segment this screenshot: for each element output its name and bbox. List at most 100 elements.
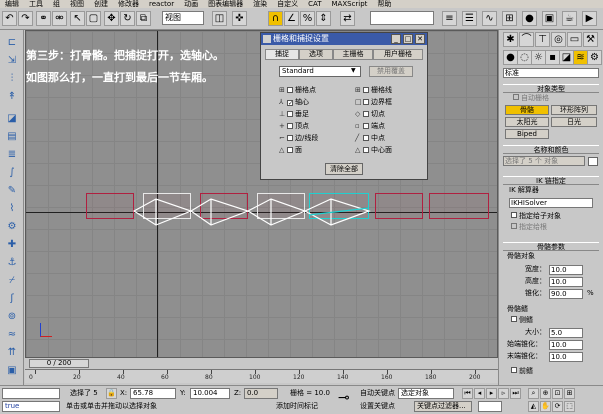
taper-spinner[interactable]: 90.0 bbox=[549, 289, 583, 299]
snap-option-checkbox[interactable]: △ 中心面 bbox=[355, 145, 427, 155]
scale-icon[interactable]: ⧉ bbox=[136, 11, 151, 26]
auto-key-label[interactable]: 自动关键点 bbox=[360, 388, 395, 399]
snap-toggle-icon[interactable]: ∩ bbox=[268, 11, 283, 26]
track-bar[interactable]: 0 20 40 60 80 100 120 140 160 180 200 bbox=[25, 369, 498, 383]
helpers-icon[interactable]: ◪ bbox=[559, 50, 574, 65]
time-slider[interactable]: 0 / 200 bbox=[29, 359, 89, 368]
modify-tab-icon[interactable]: ⌒ bbox=[519, 32, 534, 47]
menu-item[interactable]: 编辑 bbox=[0, 0, 24, 8]
frame-icon[interactable]: ▤ bbox=[4, 130, 20, 143]
checkbox-box[interactable] bbox=[287, 123, 293, 129]
menu-item[interactable]: MAXScript bbox=[327, 0, 373, 8]
front-fin-checkbox[interactable]: 前鳍 bbox=[511, 367, 533, 376]
motion-tab-icon[interactable]: ◎ bbox=[551, 32, 566, 47]
start-taper-spinner[interactable]: 10.0 bbox=[549, 340, 583, 350]
render-icon[interactable]: ☕ bbox=[562, 11, 577, 26]
tree-icon[interactable]: ⇈ bbox=[4, 346, 20, 359]
assign-children-checkbox[interactable]: 指定给子对象 bbox=[511, 212, 561, 221]
snap-option-checkbox[interactable]: + 顶点 bbox=[279, 121, 351, 131]
tab-home-grid[interactable]: 主栅格 bbox=[333, 49, 373, 60]
height-spinner[interactable]: 10.0 bbox=[549, 277, 583, 287]
tab-snaps[interactable]: 捕捉 bbox=[265, 49, 299, 60]
lock-selection-icon[interactable]: 🔒 bbox=[106, 388, 117, 399]
pivot-icon[interactable]: ◫ bbox=[212, 11, 227, 26]
minimize-icon[interactable]: _ bbox=[391, 34, 401, 44]
checkbox-box[interactable] bbox=[287, 111, 293, 117]
object-name-field[interactable]: 选择了 5 个 对象 bbox=[503, 156, 585, 166]
align-icon[interactable]: ≡ bbox=[442, 11, 457, 26]
spinner-snap-icon[interactable]: ⇕ bbox=[316, 11, 331, 26]
checkbox-box[interactable] bbox=[287, 135, 293, 141]
bones-button[interactable]: 骨骼 bbox=[505, 105, 549, 115]
maxscript-output[interactable]: true bbox=[2, 401, 60, 412]
current-frame-field[interactable] bbox=[478, 401, 502, 412]
link-icon[interactable]: ⚭ bbox=[36, 11, 51, 26]
snap-preset-select[interactable]: Standard bbox=[279, 66, 361, 77]
assign-root-checkbox[interactable]: 指定给根 bbox=[511, 223, 547, 232]
goto-start-icon[interactable]: ⏮ bbox=[462, 388, 473, 399]
prev-frame-icon[interactable]: ◂ bbox=[474, 388, 485, 399]
unlink-icon[interactable]: ⚮ bbox=[52, 11, 67, 26]
size-spinner[interactable]: 5.0 bbox=[549, 328, 583, 338]
move-icon[interactable]: ✥ bbox=[104, 11, 119, 26]
systems-icon[interactable]: ≋ bbox=[573, 50, 588, 65]
checkbox-box[interactable] bbox=[287, 147, 293, 153]
knife-icon[interactable]: ⌿ bbox=[4, 274, 20, 287]
set-key-label[interactable]: 设置关键点 bbox=[360, 401, 395, 412]
snap-option-checkbox[interactable]: ⊞ 栅格点 bbox=[279, 85, 351, 95]
side-fins-checkbox[interactable]: 侧鳍 bbox=[511, 316, 533, 325]
gear-icon[interactable]: ⚙ bbox=[4, 220, 20, 233]
stack-icon[interactable]: ≣ bbox=[4, 148, 20, 161]
zoom-all-icon[interactable]: ⊕ bbox=[540, 388, 551, 399]
snap-option-checkbox[interactable]: △ 面 bbox=[279, 145, 351, 155]
shapes-icon[interactable]: ◌ bbox=[517, 50, 532, 65]
snap-option-checkbox[interactable]: ⌐ 边/线段 bbox=[279, 133, 351, 143]
orbit-icon[interactable]: ⟳ bbox=[552, 401, 563, 412]
schematic-icon[interactable]: ⊞ bbox=[502, 11, 517, 26]
z-coordinate-field[interactable]: 0.0 bbox=[244, 388, 278, 399]
menu-item[interactable]: 图表编辑器 bbox=[203, 0, 248, 8]
object-type-rollout[interactable]: 对象类型 bbox=[503, 84, 599, 93]
paint-icon[interactable]: ✎ bbox=[4, 184, 20, 197]
lights-icon[interactable]: ☼ bbox=[531, 50, 546, 65]
menu-item[interactable]: reactor bbox=[144, 0, 179, 8]
reference-coord-combo[interactable]: 视图 bbox=[162, 11, 204, 25]
menu-item[interactable]: 组 bbox=[48, 0, 65, 8]
key-icon[interactable]: ⊸ bbox=[338, 391, 350, 405]
undo-icon[interactable]: ↶ bbox=[2, 11, 17, 26]
menu-item[interactable]: 动画 bbox=[179, 0, 203, 8]
ring-array-button[interactable]: 环形阵列 bbox=[551, 105, 597, 115]
biped-button[interactable]: Biped bbox=[505, 129, 549, 139]
snap-option-checkbox[interactable]: ⊥ 垂足 bbox=[279, 109, 351, 119]
geometry-icon[interactable]: ● bbox=[503, 50, 518, 65]
object-color-swatch[interactable] bbox=[588, 157, 598, 166]
utilities-tab-icon[interactable]: ⚒ bbox=[583, 32, 598, 47]
snap-option-checkbox[interactable]: □ 边界框 bbox=[355, 97, 427, 107]
wave-icon[interactable]: ≈ bbox=[4, 328, 20, 341]
add-time-tag[interactable]: 添加时间标记 bbox=[276, 401, 318, 412]
daylight-button[interactable]: 日光 bbox=[551, 117, 597, 127]
tab-user-grids[interactable]: 用户栅格 bbox=[373, 49, 423, 60]
checkbox-box[interactable] bbox=[363, 99, 369, 105]
next-frame-icon[interactable]: ▹ bbox=[498, 388, 509, 399]
maximize-icon[interactable]: □ bbox=[403, 34, 413, 44]
menu-item[interactable]: CAT bbox=[303, 0, 326, 8]
trim-icon[interactable]: ⫶ bbox=[4, 72, 20, 85]
autogrid-checkbox[interactable]: 自动栅格 bbox=[513, 94, 549, 103]
zoom-extents-all-icon[interactable]: ⊞ bbox=[564, 388, 575, 399]
name-color-rollout[interactable]: 名称和颜色 bbox=[503, 145, 599, 154]
select-region-icon[interactable]: ▢ bbox=[86, 11, 101, 26]
rotate-icon[interactable]: ↻ bbox=[120, 11, 135, 26]
zoom-extents-icon[interactable]: ⊡ bbox=[552, 388, 563, 399]
snap-option-checkbox[interactable]: ⅄ ✓ 轴心 bbox=[279, 97, 351, 107]
menu-item[interactable]: 工具 bbox=[24, 0, 48, 8]
checkbox-box[interactable] bbox=[363, 111, 369, 117]
snap-option-checkbox[interactable]: ◇ 切点 bbox=[355, 109, 427, 119]
pan-icon[interactable]: ✋ bbox=[540, 401, 551, 412]
percent-snap-icon[interactable]: % bbox=[300, 11, 315, 26]
ribbon-icon[interactable]: ʃ bbox=[4, 292, 20, 305]
transform-icon[interactable]: ⇲ bbox=[4, 54, 20, 67]
ik-solver-select[interactable]: IKHISolver bbox=[509, 198, 593, 208]
end-taper-spinner[interactable]: 10.0 bbox=[549, 352, 583, 362]
auto-key-select[interactable]: 选定对象 bbox=[398, 388, 454, 399]
